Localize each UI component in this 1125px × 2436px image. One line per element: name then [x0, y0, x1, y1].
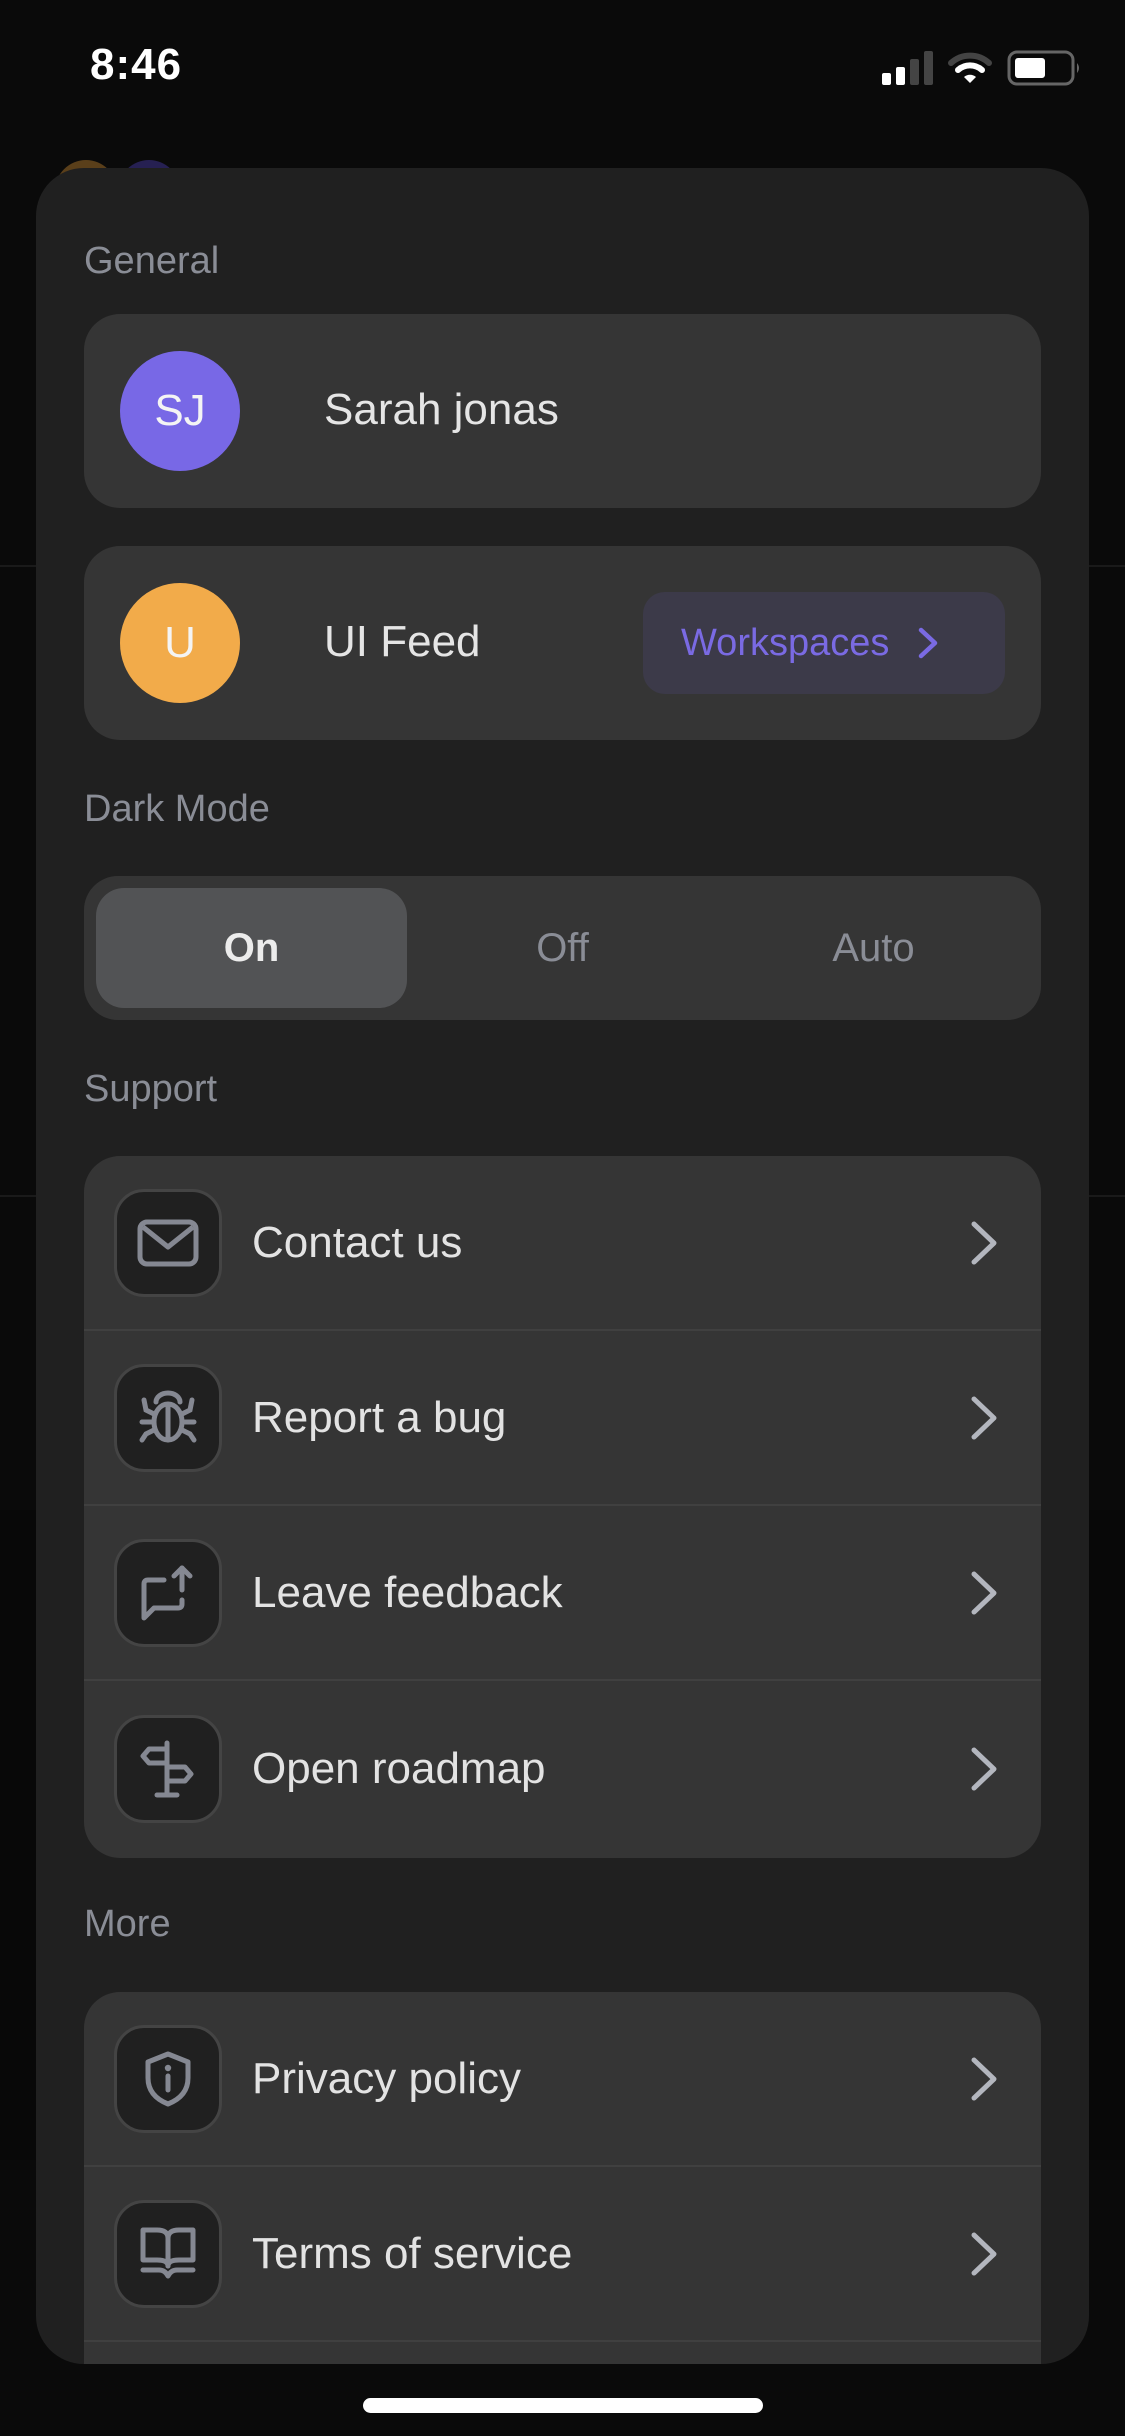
workspace-avatar: U	[120, 583, 240, 703]
shield-info-icon	[145, 2051, 191, 2106]
list-item-report-a-bug[interactable]: Report a bug	[84, 1331, 1041, 1506]
icon-box	[114, 2199, 222, 2308]
list-item-terms-of-service[interactable]: Terms of service	[84, 2167, 1041, 2342]
section-label-more: More	[84, 1903, 171, 1945]
workspace-name: UI Feed	[324, 617, 481, 666]
icon-box	[114, 1363, 222, 1472]
list-item-privacy-policy[interactable]: Privacy policy	[84, 1992, 1041, 2167]
dark-mode-option-auto[interactable]: Auto	[718, 888, 1029, 1008]
more-list: Privacy policy Terms of service	[84, 1992, 1041, 2364]
item-label: Report a bug	[252, 1392, 507, 1442]
chevron-right-icon	[971, 1221, 997, 1264]
list-item-contact-us[interactable]: Contact us	[84, 1156, 1041, 1331]
chevron-right-icon	[971, 1396, 997, 1439]
section-label-support: Support	[84, 1068, 218, 1110]
workspace-initials: U	[164, 618, 196, 667]
chevron-right-icon	[971, 2232, 997, 2275]
workspaces-button[interactable]: Workspaces	[643, 592, 1005, 694]
section-label-general: General	[84, 240, 220, 282]
dark-mode-option-on[interactable]: On	[96, 888, 407, 1008]
list-item-leave-feedback[interactable]: Leave feedback	[84, 1506, 1041, 1681]
signpost-icon	[140, 1740, 194, 1797]
screen: 8:46 General SJ Sarah jonas U UI Feed Wo…	[0, 0, 1125, 2436]
chevron-right-icon	[971, 1747, 997, 1790]
mail-icon	[137, 1219, 199, 1266]
support-list: Contact us Report a bug Leave feedback O…	[84, 1156, 1041, 1858]
icon-box	[114, 2024, 222, 2133]
workspace-card: U UI Feed Workspaces	[84, 546, 1041, 740]
icon-box	[114, 1714, 222, 1823]
user-initials: SJ	[154, 386, 206, 435]
icon-box	[114, 1538, 222, 1647]
item-label: Leave feedback	[252, 1567, 563, 1617]
workspaces-button-label: Workspaces	[681, 621, 890, 664]
status-time: 8:46	[90, 40, 183, 89]
item-label: Contact us	[252, 1217, 463, 1267]
status-bar: 8:46	[0, 0, 1125, 140]
user-profile-card[interactable]: SJ Sarah jonas	[84, 314, 1041, 508]
chevron-right-icon	[971, 1571, 997, 1614]
dark-mode-segmented-control: On Off Auto	[84, 876, 1041, 1020]
status-icons	[882, 50, 1083, 86]
dark-mode-option-off[interactable]: Off	[407, 888, 718, 1008]
cellular-signal-icon	[882, 51, 933, 85]
battery-icon	[1007, 50, 1079, 86]
feedback-icon	[141, 1565, 193, 1620]
section-label-dark-mode: Dark Mode	[84, 788, 270, 830]
user-avatar: SJ	[120, 351, 240, 471]
book-icon	[140, 2227, 196, 2278]
item-label: Privacy policy	[252, 2053, 521, 2103]
list-item-open-roadmap[interactable]: Open roadmap	[84, 1681, 1041, 1856]
chevron-right-icon	[971, 2057, 997, 2100]
item-label: Open roadmap	[252, 1743, 546, 1793]
item-label: Terms of service	[252, 2228, 573, 2278]
user-name: Sarah jonas	[324, 385, 559, 434]
settings-sheet: General SJ Sarah jonas U UI Feed Workspa…	[36, 168, 1089, 2364]
wifi-icon	[948, 52, 992, 83]
home-indicator[interactable]	[363, 2398, 763, 2413]
bug-icon	[139, 1390, 197, 1442]
icon-box	[114, 1188, 222, 1297]
chevron-right-icon	[919, 627, 938, 659]
